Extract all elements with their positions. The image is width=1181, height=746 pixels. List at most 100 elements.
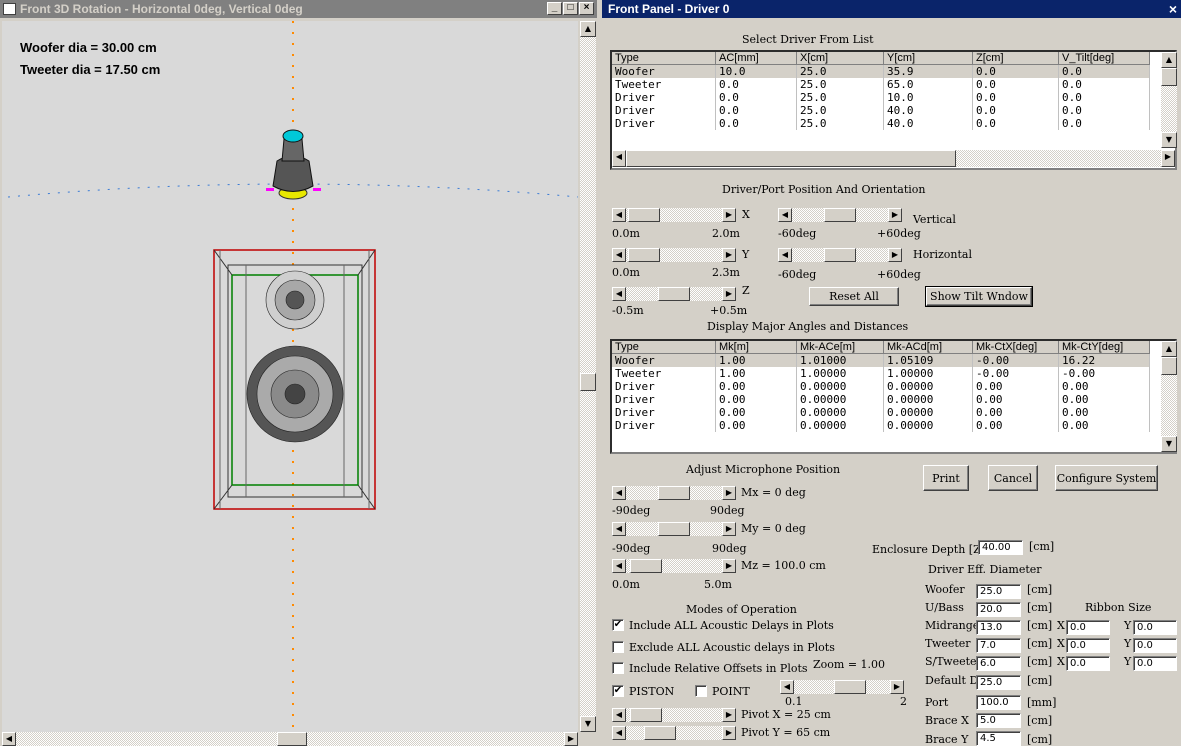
table-row[interactable]: Driver 0.0 25.0 10.0 0.0 0.0	[612, 91, 1175, 104]
relative-offsets-checkbox[interactable]	[612, 662, 624, 674]
scroll-left-icon[interactable]: ◀	[2, 732, 16, 746]
scroll-thumb[interactable]	[580, 373, 596, 391]
driver-table-hscroll[interactable]: ◀ ▶	[612, 150, 1175, 167]
table-row[interactable]: Driver 0.00 0.00000 0.00000 0.00 0.00	[612, 380, 1175, 393]
slider-thumb[interactable]	[658, 522, 690, 536]
brace-x-input[interactable]: 5.0	[976, 713, 1021, 728]
reset-all-button[interactable]: Reset All	[809, 287, 899, 306]
slider-left-icon[interactable]: ◀	[612, 708, 626, 722]
point-checkbox[interactable]	[695, 685, 707, 697]
slider-left-icon[interactable]: ◀	[612, 287, 626, 301]
slider-left-icon[interactable]: ◀	[612, 522, 626, 536]
table-row[interactable]: Driver 0.00 0.00000 0.00000 0.00 0.00	[612, 393, 1175, 406]
column-header[interactable]: Mk-ACe[m]	[797, 341, 884, 354]
scroll-up-icon[interactable]: ▲	[580, 21, 596, 37]
slider-left-icon[interactable]: ◀	[612, 486, 626, 500]
viewer-vertical-scrollbar[interactable]: ▲ ▼	[580, 21, 596, 732]
ribbon-y-input[interactable]: 0.0	[1133, 656, 1177, 671]
angles-table-scrollbar[interactable]: ▲ ▼	[1161, 341, 1177, 452]
table-row[interactable]: Woofer 10.0 25.0 35.9 0.0 0.0	[612, 65, 1175, 78]
scroll-down-icon[interactable]: ▼	[1161, 436, 1177, 452]
column-header[interactable]: AC[mm]	[716, 52, 797, 65]
scroll-down-icon[interactable]: ▼	[580, 716, 596, 732]
ribbon-y-input[interactable]: 0.0	[1133, 620, 1177, 635]
configure-system-button[interactable]: Configure System	[1055, 465, 1158, 491]
eff-diameter-input[interactable]: 13.0	[976, 620, 1021, 635]
scroll-up-icon[interactable]: ▲	[1161, 52, 1177, 68]
column-header[interactable]: Mk-CtX[deg]	[973, 341, 1059, 354]
show-tilt-window-button[interactable]: Show Tilt Wndow	[925, 286, 1033, 307]
slider-thumb[interactable]	[628, 208, 660, 222]
slider-right-icon[interactable]: ▶	[890, 680, 904, 694]
column-header[interactable]: X[cm]	[797, 52, 884, 65]
print-button[interactable]: Print	[923, 465, 969, 491]
viewer-horizontal-scrollbar[interactable]: ◀ ▶	[2, 732, 578, 746]
slider-thumb[interactable]	[658, 287, 690, 301]
slider-right-icon[interactable]: ▶	[722, 208, 736, 222]
eff-diameter-input[interactable]: 25.0	[976, 675, 1021, 690]
slider-thumb[interactable]	[630, 708, 662, 722]
slider-thumb[interactable]	[824, 208, 856, 222]
slider-right-icon[interactable]: ▶	[722, 486, 736, 500]
slider-right-icon[interactable]: ▶	[722, 522, 736, 536]
slider-left-icon[interactable]: ◀	[612, 248, 626, 262]
table-row[interactable]: Tweeter 1.00 1.00000 1.00000 -0.00 -0.00	[612, 367, 1175, 380]
slider-right-icon[interactable]: ▶	[722, 559, 736, 573]
mx-slider[interactable]: ◀ ▶	[612, 486, 736, 500]
column-header[interactable]: Type	[612, 341, 716, 354]
scroll-thumb[interactable]	[277, 732, 307, 746]
scroll-left-icon[interactable]: ◀	[612, 150, 626, 167]
slider-left-icon[interactable]: ◀	[780, 680, 794, 694]
column-header[interactable]: Mk[m]	[716, 341, 797, 354]
column-header[interactable]: Mk-ACd[m]	[884, 341, 973, 354]
slider-left-icon[interactable]: ◀	[778, 208, 792, 222]
column-header[interactable]: Z[cm]	[973, 52, 1059, 65]
viewer-titlebar[interactable]: Front 3D Rotation - Horizontal 0deg, Ver…	[0, 0, 597, 18]
z-slider[interactable]: ◀ ▶	[612, 287, 736, 301]
scroll-right-icon[interactable]: ▶	[1161, 150, 1175, 167]
slider-thumb[interactable]	[824, 248, 856, 262]
scroll-thumb[interactable]	[1161, 68, 1177, 86]
exclude-all-delays-checkbox[interactable]	[612, 641, 624, 653]
column-header[interactable]: V_Tilt[deg]	[1059, 52, 1150, 65]
pivot-y-slider[interactable]: ◀ ▶	[612, 726, 736, 740]
slider-right-icon[interactable]: ▶	[888, 208, 902, 222]
ribbon-y-input[interactable]: 0.0	[1133, 638, 1177, 653]
slider-thumb[interactable]	[834, 680, 866, 694]
maximize-icon[interactable]: □	[563, 2, 578, 15]
ribbon-x-input[interactable]: 0.0	[1066, 638, 1110, 653]
brace-y-input[interactable]: 4.5	[976, 731, 1021, 746]
y-slider[interactable]: ◀ ▶	[612, 248, 736, 262]
slider-right-icon[interactable]: ▶	[722, 248, 736, 262]
scroll-up-icon[interactable]: ▲	[1161, 341, 1177, 357]
slider-right-icon[interactable]: ▶	[722, 726, 736, 740]
close-icon[interactable]: ×	[579, 2, 594, 15]
driver-table-scrollbar[interactable]: ▲ ▼	[1161, 52, 1177, 148]
panel-titlebar[interactable]: Front Panel - Driver 0 ×	[602, 0, 1181, 18]
table-row[interactable]: Driver 0.00 0.00000 0.00000 0.00 0.00	[612, 419, 1175, 432]
table-row[interactable]: Driver 0.0 25.0 40.0 0.0 0.0	[612, 117, 1175, 130]
vertical-slider[interactable]: ◀ ▶	[778, 208, 902, 222]
eff-diameter-input[interactable]: 7.0	[976, 638, 1021, 653]
slider-right-icon[interactable]: ▶	[722, 287, 736, 301]
slider-thumb[interactable]	[644, 726, 676, 740]
scroll-thumb[interactable]	[626, 150, 956, 167]
minimize-icon[interactable]: _	[547, 2, 562, 15]
slider-thumb[interactable]	[630, 559, 662, 573]
x-slider[interactable]: ◀ ▶	[612, 208, 736, 222]
column-header[interactable]: Y[cm]	[884, 52, 973, 65]
slider-thumb[interactable]	[658, 486, 690, 500]
table-row[interactable]: Woofer 1.00 1.01000 1.05109 -0.00 16.22	[612, 354, 1175, 367]
slider-right-icon[interactable]: ▶	[888, 248, 902, 262]
table-row[interactable]: Driver 0.00 0.00000 0.00000 0.00 0.00	[612, 406, 1175, 419]
table-row[interactable]: Driver 0.0 25.0 40.0 0.0 0.0	[612, 104, 1175, 117]
viewport-canvas[interactable]: Woofer dia = 30.00 cm Tweeter dia = 17.5…	[2, 21, 578, 732]
include-all-delays-checkbox[interactable]: ✔	[612, 619, 624, 631]
pivot-x-slider[interactable]: ◀ ▶	[612, 708, 736, 722]
piston-checkbox[interactable]: ✔	[612, 685, 624, 697]
horizontal-slider[interactable]: ◀ ▶	[778, 248, 902, 262]
my-slider[interactable]: ◀ ▶	[612, 522, 736, 536]
scroll-right-icon[interactable]: ▶	[564, 732, 578, 746]
ribbon-x-input[interactable]: 0.0	[1066, 656, 1110, 671]
mz-slider[interactable]: ◀ ▶	[612, 559, 736, 573]
